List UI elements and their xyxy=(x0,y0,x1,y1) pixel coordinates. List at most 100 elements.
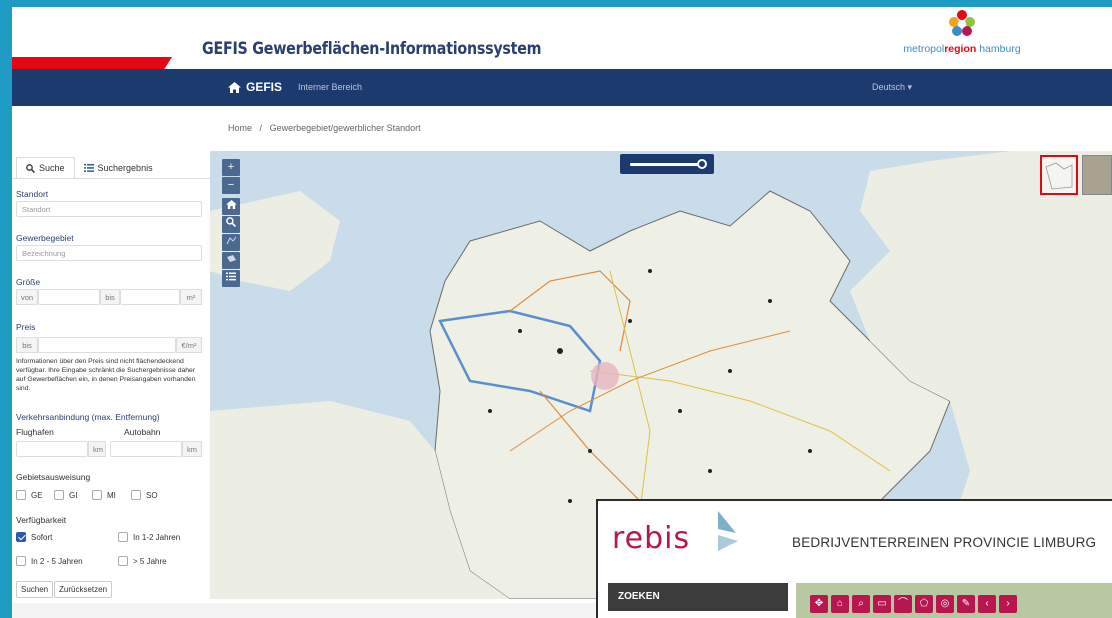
preis-label: Preis xyxy=(16,322,36,332)
gebiet-checkbox-so[interactable]: SO xyxy=(131,490,158,500)
groesse-from-input[interactable] xyxy=(38,289,100,305)
tab-divider xyxy=(12,178,212,179)
rebis-area-button[interactable]: ⬠ xyxy=(915,595,933,613)
nav-home-link[interactable]: GEFIS xyxy=(228,80,282,94)
zoom-in-button[interactable]: + xyxy=(222,159,240,176)
preis-to-addon: bis xyxy=(16,337,38,353)
groesse-label: Größe xyxy=(16,277,41,287)
metropolregion-logo[interactable]: metropolregion hamburg xyxy=(872,9,1052,67)
rebis-measure-button[interactable]: ▭ xyxy=(873,595,891,613)
metropolregion-logo-text: metropolregion hamburg xyxy=(903,43,1021,55)
map-thumbnail-icon xyxy=(1045,162,1073,190)
opacity-slider-track xyxy=(630,163,700,166)
page-header: GEFIS Gewerbeflächen-Informationssystem … xyxy=(12,7,1112,69)
gebiet-checkbox-mi[interactable]: MI xyxy=(92,490,116,500)
measure-line-icon xyxy=(226,236,236,245)
verfuegbarkeit-option-label: In 2 - 5 Jahren xyxy=(31,556,83,566)
preis-input[interactable] xyxy=(38,337,176,353)
checkbox-icon xyxy=(54,490,64,500)
checkbox-icon xyxy=(16,556,26,566)
rebis-line-button[interactable]: ⌒ xyxy=(894,595,912,613)
search-icon xyxy=(26,163,35,173)
rebis-title: BEDRIJVENTERREINEN PROVINCIE LIMBURG xyxy=(792,535,1097,550)
search-sidebar: Suche Suchergebnis Standort Standort Gew… xyxy=(12,157,212,602)
gebiet-option-label: GE xyxy=(31,490,43,500)
checkbox-icon xyxy=(118,556,128,566)
breadcrumb-separator: / xyxy=(259,123,263,133)
list-icon xyxy=(83,164,94,172)
sidebar-tabs: Suche Suchergebnis xyxy=(16,157,162,179)
home-icon xyxy=(225,200,237,209)
reset-button[interactable]: Zurücksetzen xyxy=(54,581,113,598)
flughafen-label: Flughafen xyxy=(16,427,54,437)
standort-input[interactable]: Standort xyxy=(16,201,202,217)
screenshot-frame: GEFIS Gewerbeflächen-Informationssystem … xyxy=(12,7,1112,618)
zoom-out-button[interactable]: − xyxy=(222,177,240,194)
rebis-overlay-screenshot: rebis BEDRIJVENTERREINEN PROVINCIE LIMBU… xyxy=(596,499,1112,618)
legend-icon xyxy=(226,272,236,281)
map-toolbar: + − xyxy=(222,159,240,291)
groesse-unit-addon: m² xyxy=(180,289,202,305)
metropolregion-hamburg-logo-icon xyxy=(949,10,975,36)
basemap-switch-aerial[interactable] xyxy=(1082,155,1112,195)
measure-area-button[interactable] xyxy=(222,252,240,269)
nav-internal-area-link[interactable]: Interner Bereich xyxy=(298,82,362,92)
autobahn-unit-addon: km xyxy=(182,441,202,457)
opacity-slider-handle[interactable] xyxy=(696,159,707,169)
gebiet-option-label: GI xyxy=(69,490,78,500)
app-title: GEFIS Gewerbeflächen-Informationssystem xyxy=(202,39,542,59)
gewerbegebiet-label: Gewerbegebiet xyxy=(16,233,74,243)
gewerbegebiet-input[interactable]: Bezeichnung xyxy=(16,245,202,261)
verfuegbarkeit-checkbox-sofort[interactable]: Sofort xyxy=(16,532,52,542)
verfuegbarkeit-option-label: Sofort xyxy=(31,532,53,542)
layer-opacity-slider[interactable] xyxy=(620,154,714,174)
rebis-back-button[interactable]: ‹ xyxy=(978,595,996,613)
verfuegbarkeit-label: Verfügbarkeit xyxy=(16,515,67,525)
rebis-logo[interactable]: rebis xyxy=(612,521,690,556)
tab-suche[interactable]: Suche xyxy=(16,157,75,179)
breadcrumb-home-link[interactable]: Home xyxy=(228,123,252,133)
verfuegbarkeit-option-label: In 1-2 Jahren xyxy=(133,532,181,542)
search-button[interactable]: Suchen xyxy=(16,581,54,598)
verfuegbarkeit-checkbox-2-5[interactable]: In 2 - 5 Jahren xyxy=(16,556,83,566)
map-home-button[interactable] xyxy=(222,198,240,215)
gebiet-checkbox-ge[interactable]: GE xyxy=(16,490,43,500)
main-navbar: GEFIS Interner Bereich Deutsch ▾ xyxy=(12,69,1112,106)
verfuegbarkeit-option-label: > 5 Jahre xyxy=(133,556,167,566)
rebis-pan-button[interactable]: ✥ xyxy=(810,595,828,613)
tab-suche-label: Suche xyxy=(39,163,65,173)
verkehr-label: Verkehrsanbindung (max. Entfernung) xyxy=(16,412,160,422)
checkbox-icon xyxy=(118,532,128,542)
gebiet-label: Gebietsausweisung xyxy=(16,472,91,482)
checkbox-checked-icon xyxy=(16,532,26,542)
rebis-toolbar: ✥ ⌂ ⌕ ▭ ⌒ ⬠ ◎ ✎ ‹ › xyxy=(810,595,1017,613)
verfuegbarkeit-checkbox-5plus[interactable]: > 5 Jahre xyxy=(118,556,167,566)
checkbox-icon xyxy=(131,490,141,500)
groesse-to-addon: bis xyxy=(100,289,120,305)
legend-button[interactable] xyxy=(222,270,240,287)
rebis-forward-button[interactable]: › xyxy=(999,595,1017,613)
rebis-select-button[interactable]: ◎ xyxy=(936,595,954,613)
rebis-search-button[interactable]: ⌕ xyxy=(852,595,870,613)
home-icon xyxy=(228,81,241,93)
language-dropdown[interactable]: Deutsch ▾ xyxy=(872,82,912,93)
measure-area-icon xyxy=(226,255,236,262)
search-icon xyxy=(226,217,237,228)
flughafen-unit-addon: km xyxy=(88,441,106,457)
checkbox-icon xyxy=(16,490,26,500)
verfuegbarkeit-checkbox-1-2[interactable]: In 1-2 Jahren xyxy=(118,532,180,542)
measure-line-button[interactable] xyxy=(222,234,240,251)
groesse-to-input[interactable] xyxy=(120,289,180,305)
autobahn-label: Autobahn xyxy=(124,427,161,437)
rebis-home-button[interactable]: ⌂ xyxy=(831,595,849,613)
preis-info-text: Informationen über den Preis sind nicht … xyxy=(16,358,196,392)
rebis-pin-button[interactable]: ✎ xyxy=(957,595,975,613)
basemap-switch-map[interactable] xyxy=(1040,155,1078,195)
rebis-map-view[interactable]: ✥ ⌂ ⌕ ▭ ⌒ ⬠ ◎ ✎ ‹ › xyxy=(796,583,1112,618)
autobahn-input[interactable] xyxy=(110,441,182,457)
rebis-search-panel[interactable]: ZOEKEN xyxy=(608,583,788,611)
tab-suchergebnis[interactable]: Suchergebnis xyxy=(75,157,162,179)
flughafen-input[interactable] xyxy=(16,441,88,457)
gebiet-checkbox-gi[interactable]: GI xyxy=(54,490,77,500)
map-search-button[interactable] xyxy=(222,216,240,233)
